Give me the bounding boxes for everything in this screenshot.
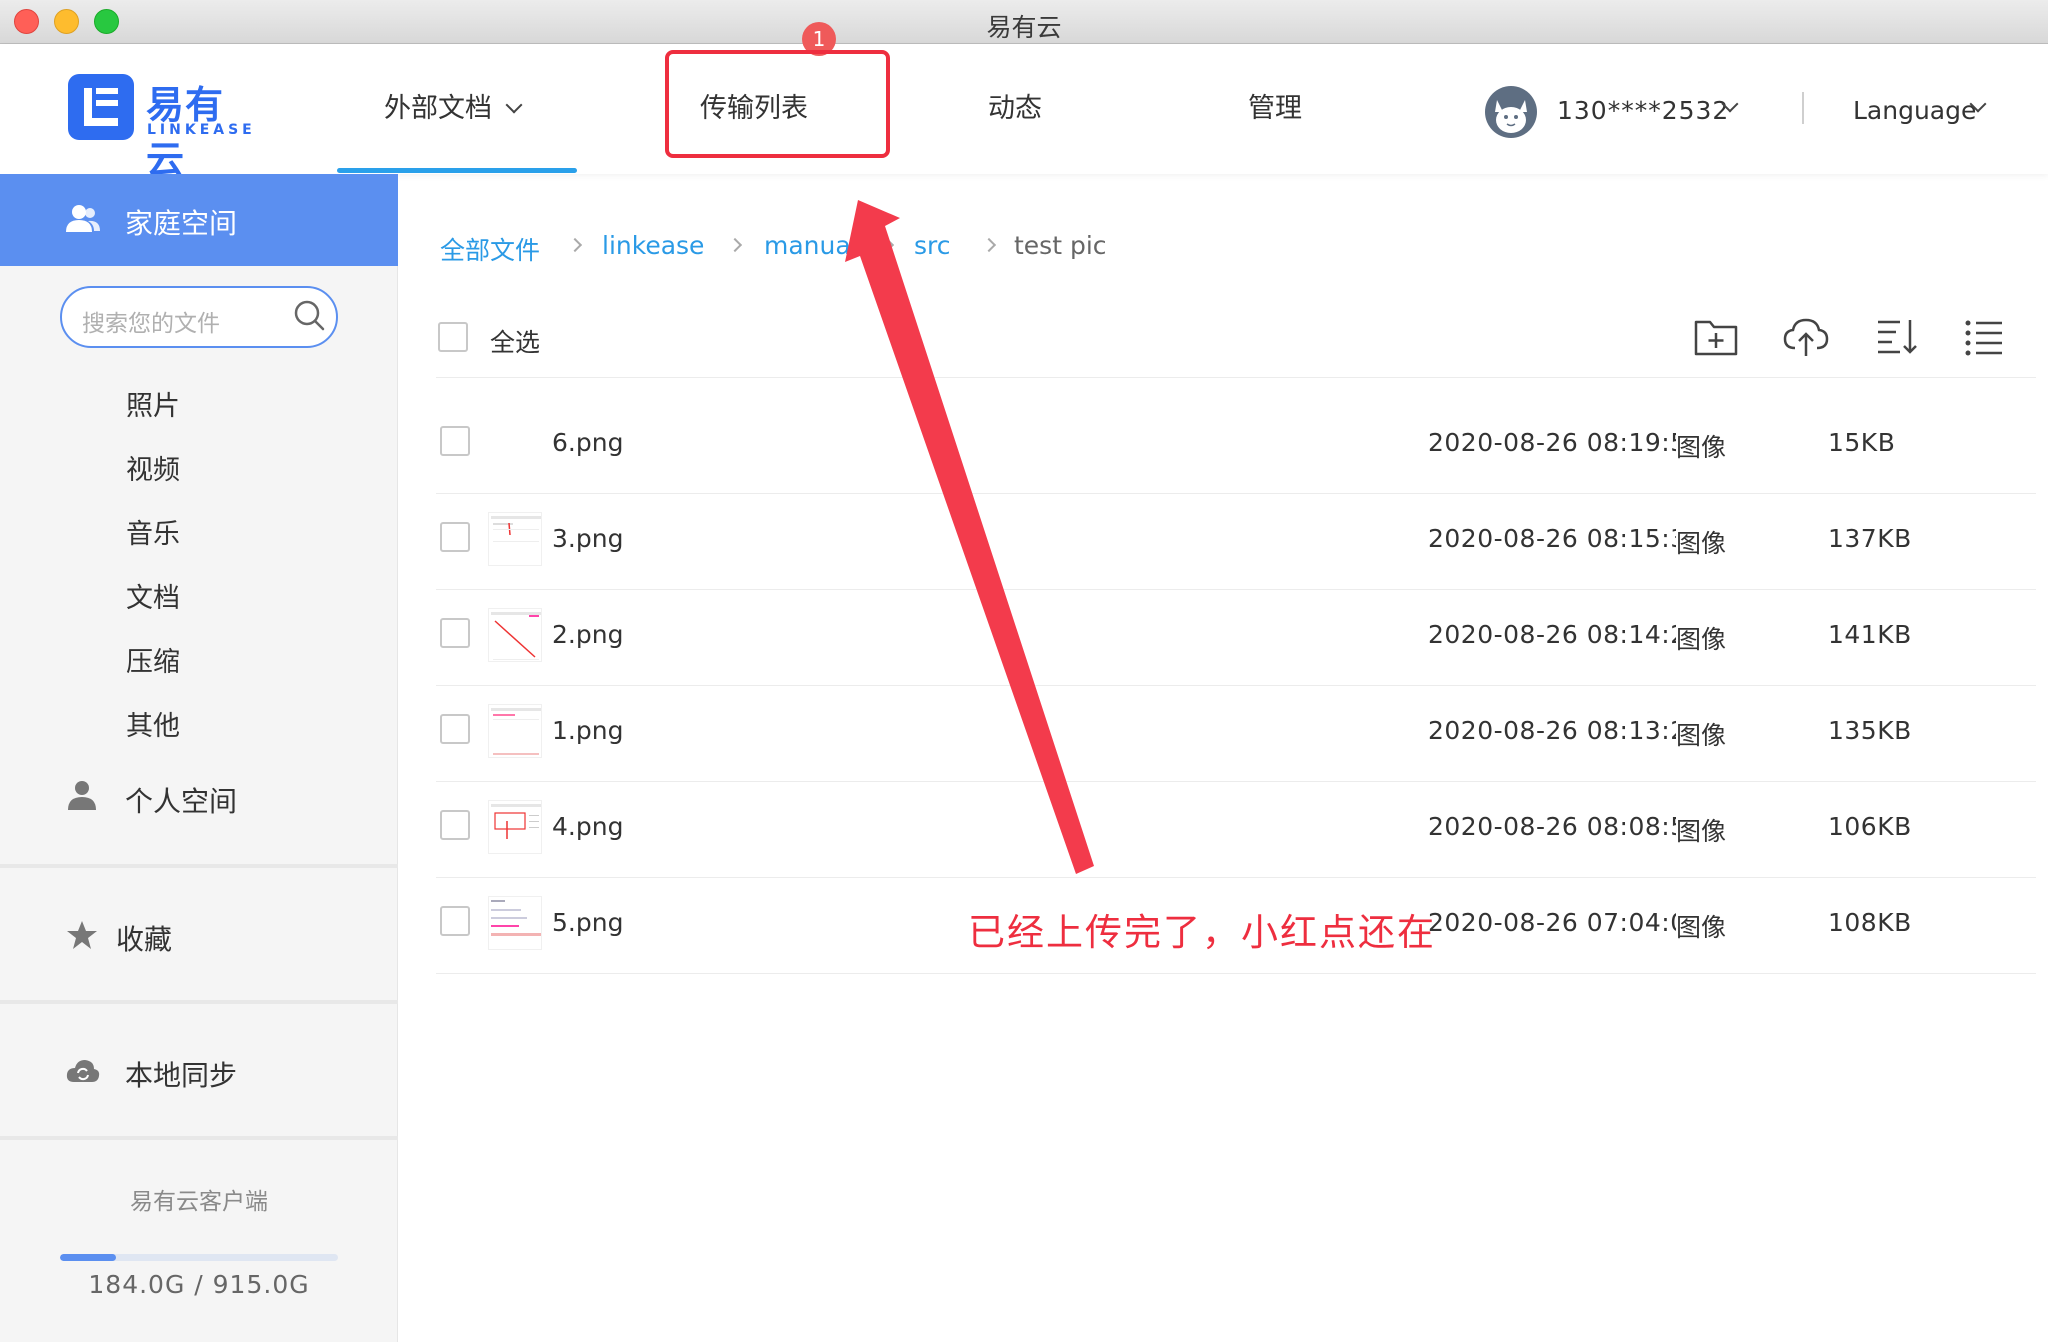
annotation-note: 已经上传完了，小红点还在 [968, 911, 1436, 954]
annotation-arrow [845, 200, 1094, 874]
